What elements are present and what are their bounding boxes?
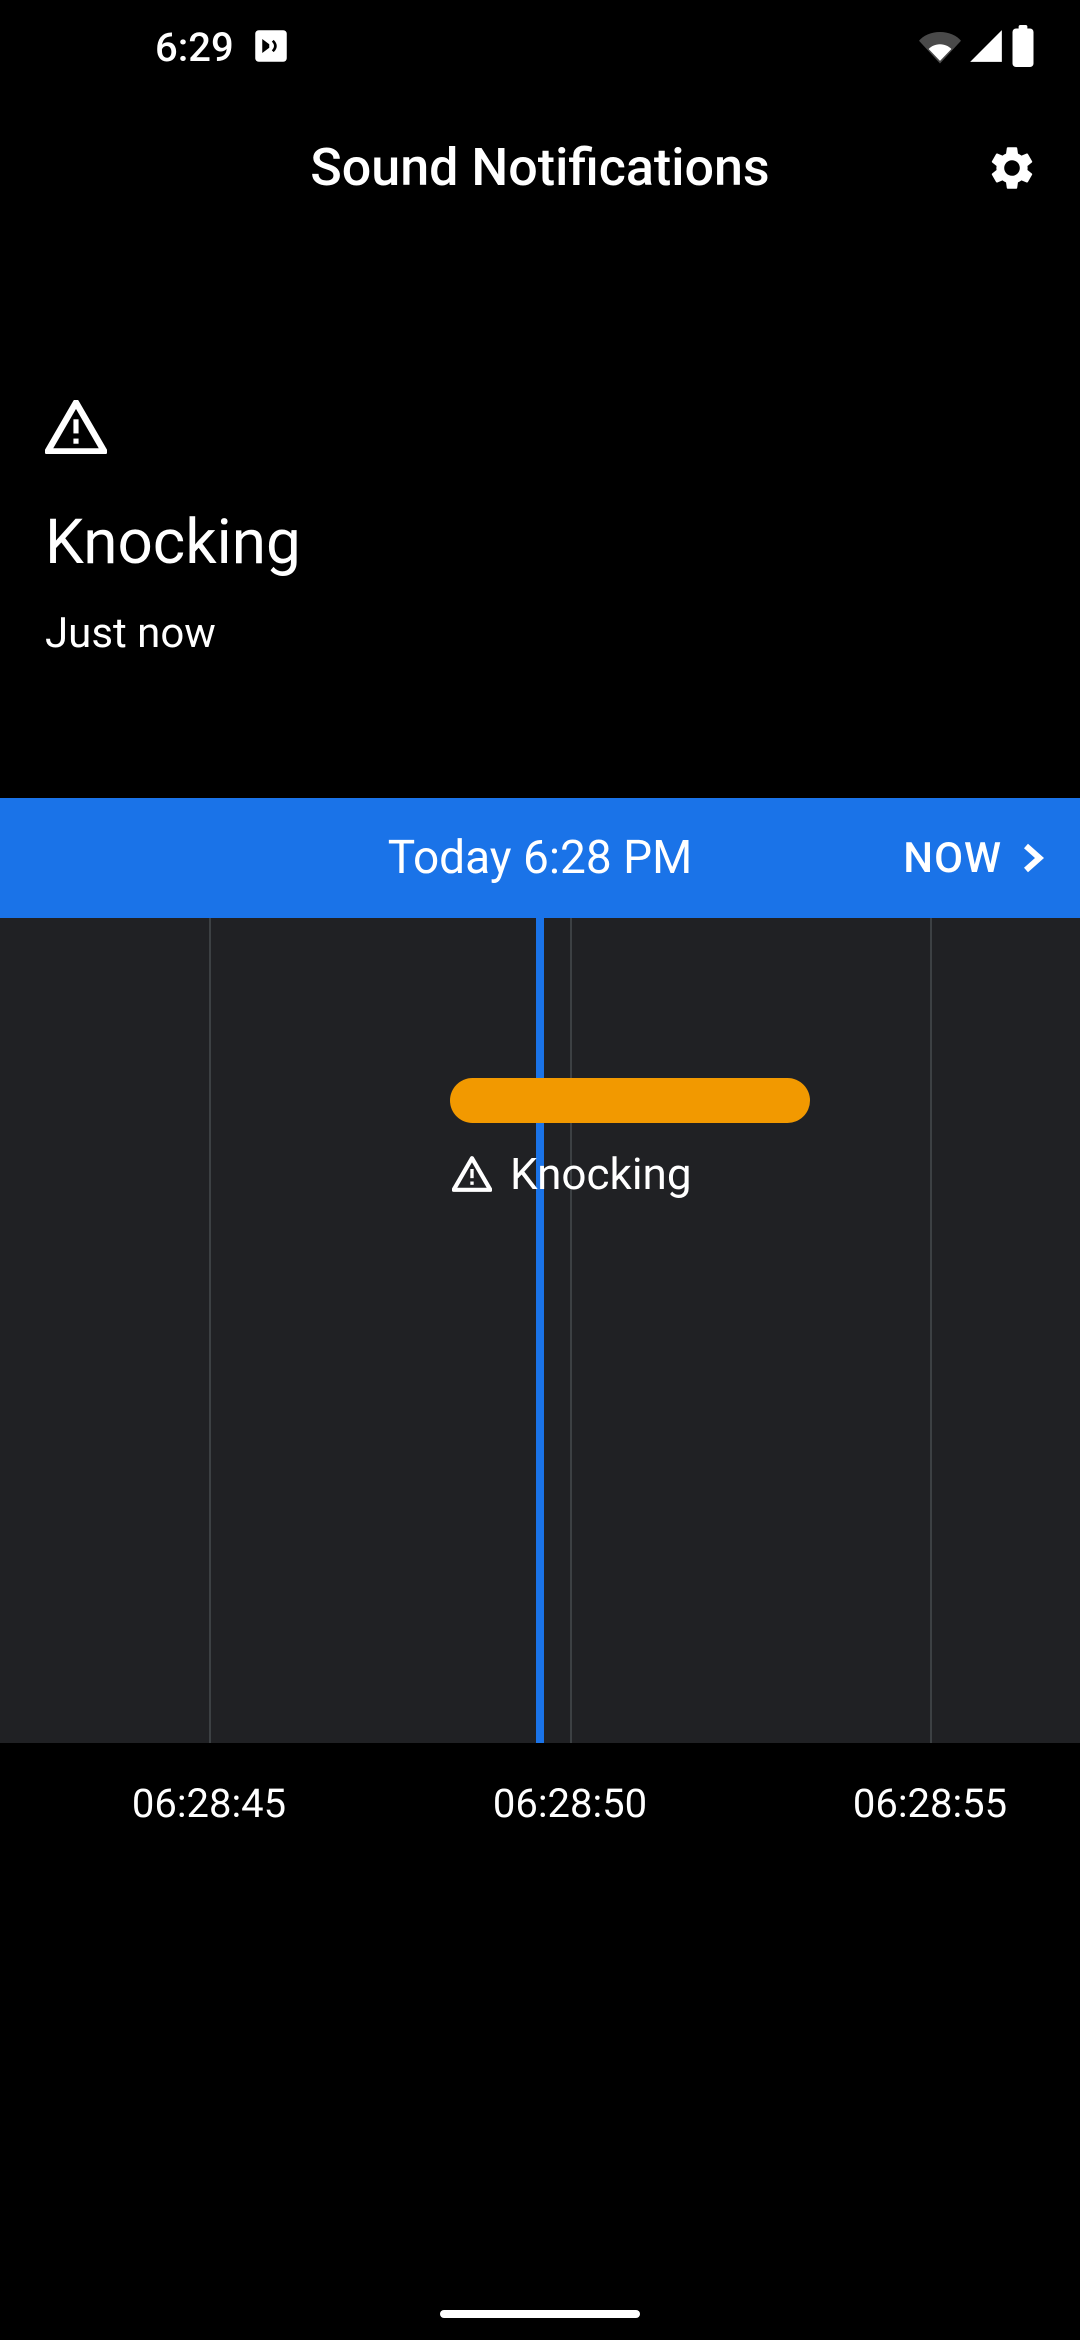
time-tick: 06:28:50: [493, 1780, 647, 1827]
cellular-icon: [967, 27, 1005, 69]
timeline-date: Today 6:28 PM: [388, 831, 693, 885]
now-label: NOW: [903, 834, 1002, 883]
time-axis: 06:28:45 06:28:50 06:28:55: [0, 1743, 1080, 1863]
grid-line: [209, 918, 211, 1743]
app-bar: Sound Notifications: [0, 95, 1080, 240]
status-time: 6:29: [155, 24, 234, 71]
grid-line: [930, 918, 932, 1743]
settings-button[interactable]: [982, 138, 1042, 198]
alert-triangle-icon: [452, 1156, 492, 1192]
navigation-handle[interactable]: [440, 2310, 640, 2318]
time-tick: 06:28:55: [853, 1780, 1007, 1827]
page-title: Sound Notifications: [310, 137, 769, 198]
event-label-group: Knocking: [452, 1148, 692, 1200]
grid-line: [570, 918, 572, 1743]
time-tick: 06:28:45: [132, 1780, 286, 1827]
status-left: 6:29: [155, 24, 292, 71]
detection-time: Just now: [45, 609, 1035, 658]
status-bar: 6:29: [0, 0, 1080, 95]
wifi-icon: [919, 25, 961, 71]
alert-triangle-icon: [45, 400, 1035, 458]
detection-card[interactable]: Knocking Just now: [0, 240, 1080, 798]
event-label: Knocking: [510, 1148, 692, 1200]
sound-notification-icon: [250, 25, 292, 71]
now-button[interactable]: NOW: [903, 834, 1050, 883]
timeline-cursor: [536, 918, 544, 1743]
status-right: [919, 25, 1035, 71]
chevron-right-icon: [1014, 840, 1050, 876]
timeline-header: Today 6:28 PM NOW: [0, 798, 1080, 918]
battery-icon: [1011, 25, 1035, 71]
detection-title: Knocking: [45, 506, 1035, 579]
gear-icon: [986, 142, 1038, 194]
event-bar[interactable]: [450, 1078, 810, 1123]
timeline[interactable]: Knocking: [0, 918, 1080, 1743]
